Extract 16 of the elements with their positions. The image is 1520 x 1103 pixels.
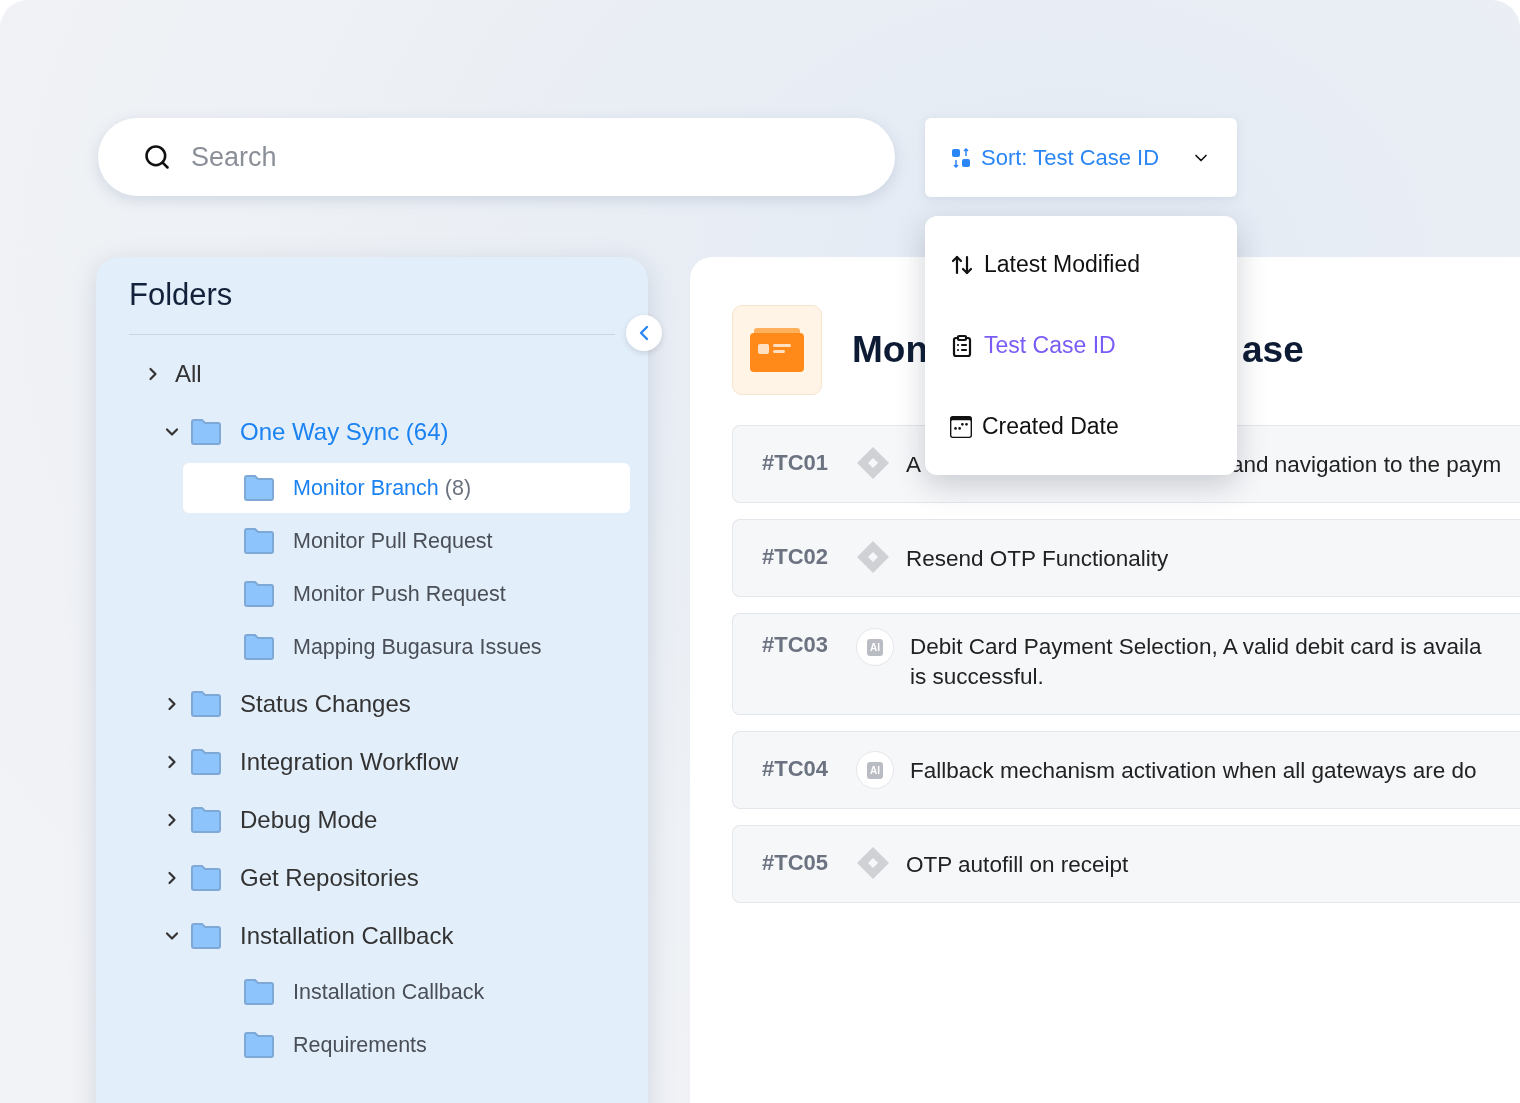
test-case-title: is successful. (910, 663, 1044, 691)
ai-badge: AI (856, 751, 894, 789)
page-title: ase (1242, 329, 1304, 371)
test-case-title: Debit Card Payment Selection, A valid debit card is availa (910, 633, 1482, 661)
test-case-id: #TC05 (762, 850, 830, 876)
test-case-id: #TC02 (762, 544, 830, 570)
panel-title: Folders (128, 277, 234, 314)
test-case-title: OTP autofill on receipt (906, 851, 1129, 879)
ai-badge: AI (856, 628, 894, 666)
test-case-title: A (906, 451, 921, 479)
test-case-title: Fallback mechanism activation when all gateways are do (910, 757, 1477, 785)
test-case-title: Resend OTP Functionality (906, 545, 1169, 573)
test-case-id: #TC03 (762, 632, 830, 658)
page-title: Mon (852, 329, 929, 371)
test-case-id: #TC01 (762, 450, 830, 476)
test-case-id: #TC04 (762, 756, 830, 782)
